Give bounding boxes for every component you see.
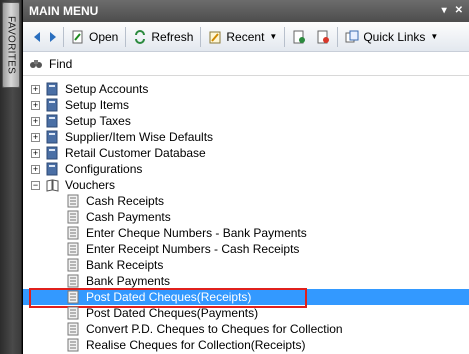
pin-icon[interactable]: ▾ [442, 4, 447, 18]
tree-node-setup-accounts[interactable]: + Setup Accounts [23, 81, 469, 97]
favorites-tab[interactable]: FAVORITES [2, 2, 20, 88]
tree-node-label: Setup Items [65, 98, 130, 112]
quick-links-button[interactable]: Quick Links ▼ [340, 25, 443, 49]
toolbar-separator [284, 26, 286, 47]
form-icon [67, 274, 79, 288]
tree-node-label: Setup Accounts [65, 82, 149, 96]
menu-tree: + Setup Accounts + Setup Items + Setup T… [23, 76, 469, 353]
quick-links-icon [345, 30, 359, 42]
tree-leaf-label: Bank Receipts [86, 258, 164, 272]
toolbar-separator [200, 26, 202, 47]
chevron-down-icon: ▼ [430, 32, 439, 41]
tree-leaf-label: Bank Payments [86, 274, 171, 288]
form-icon [67, 306, 79, 320]
tree-leaf-post-dated-cheques-payments[interactable]: Post Dated Cheques(Payments) [23, 305, 469, 321]
toolbar-separator [337, 26, 339, 47]
tree-leaf-label: Realise Cheques for Collection(Receipts) [86, 338, 306, 352]
refresh-button[interactable]: Refresh [128, 25, 198, 49]
add-favorite-button[interactable] [287, 25, 311, 49]
open-icon [72, 30, 83, 43]
open-button-label: Open [89, 29, 119, 44]
book-icon [46, 114, 58, 128]
book-icon [46, 98, 58, 112]
form-icon [67, 242, 79, 256]
tree-leaf-bank-receipts[interactable]: Bank Receipts [23, 257, 469, 273]
tree-leaf-label: Enter Receipt Numbers - Cash Receipts [86, 242, 300, 256]
toolbar-separator [63, 26, 64, 47]
toolbar-separator [125, 26, 127, 47]
tree-node-setup-taxes[interactable]: + Setup Taxes [23, 113, 469, 129]
tree-leaf-label: Post Dated Cheques(Payments) [86, 306, 259, 320]
expand-icon[interactable]: + [31, 100, 40, 110]
tree-node-label: Vouchers [65, 178, 116, 192]
book-icon [46, 162, 58, 176]
form-icon [67, 322, 79, 336]
binoculars-icon [30, 59, 42, 68]
tree-leaf-convert-pd-cheques[interactable]: Convert P.D. Cheques to Cheques for Coll… [23, 321, 469, 337]
add-favorite-icon [293, 30, 306, 43]
tree-node-label: Configurations [65, 162, 143, 176]
refresh-icon [135, 29, 146, 44]
tree-leaf-label: Enter Cheque Numbers - Bank Payments [86, 226, 307, 240]
back-arrow-icon[interactable] [29, 29, 45, 45]
open-book-icon [46, 179, 59, 192]
form-icon [67, 290, 79, 304]
tree-leaf-cash-receipts[interactable]: Cash Receipts [23, 193, 469, 209]
form-icon [67, 338, 79, 352]
tree-leaf-post-dated-cheques-receipts[interactable]: Post Dated Cheques(Receipts) [23, 288, 469, 308]
expand-icon[interactable]: + [31, 84, 40, 94]
panel-titlebar: MAIN MENU ▾ ✕ [23, 0, 469, 22]
book-icon [46, 130, 58, 144]
tree-leaf-label: Post Dated Cheques(Receipts) [86, 290, 252, 304]
tree-node-retail-customer-database[interactable]: + Retail Customer Database [23, 145, 469, 161]
form-icon [67, 226, 79, 240]
tree-node-label: Setup Taxes [65, 114, 131, 128]
open-button[interactable]: Open [66, 25, 123, 49]
find-label: Find [49, 56, 73, 71]
find-bar[interactable]: Find [23, 52, 469, 76]
tree-node-vouchers[interactable]: − Vouchers [23, 177, 469, 193]
refresh-button-label: Refresh [151, 29, 194, 44]
tree-leaf-label: Cash Receipts [86, 194, 165, 208]
expand-icon[interactable]: + [31, 132, 40, 142]
remove-favorite-button[interactable] [311, 25, 335, 49]
close-icon[interactable]: ✕ [455, 4, 463, 18]
tree-node-supplier-item-defaults[interactable]: + Supplier/Item Wise Defaults [23, 129, 469, 145]
main-menu-panel: MAIN MENU ▾ ✕ Open Refresh Recent ▼ Quic… [22, 0, 469, 354]
tree-leaf-cash-payments[interactable]: Cash Payments [23, 209, 469, 225]
tree-node-configurations[interactable]: + Configurations [23, 161, 469, 177]
favorites-tab-label: FAVORITES [5, 15, 17, 75]
form-icon [67, 258, 79, 272]
expand-icon[interactable]: + [31, 116, 40, 126]
form-icon [67, 194, 79, 208]
tree-node-setup-items[interactable]: + Setup Items [23, 97, 469, 113]
tree-node-label: Retail Customer Database [65, 146, 206, 160]
chevron-down-icon: ▼ [269, 32, 278, 41]
tree-leaf-label: Convert P.D. Cheques to Cheques for Coll… [86, 322, 343, 336]
book-icon [46, 146, 58, 160]
book-icon [46, 82, 58, 96]
collapse-icon[interactable]: − [31, 180, 40, 190]
panel-title: MAIN MENU [29, 4, 99, 18]
recent-button-label: Recent [226, 29, 265, 44]
toolbar: Open Refresh Recent ▼ Quick Links ▼ [23, 22, 469, 52]
recent-icon [209, 31, 221, 43]
expand-icon[interactable]: + [31, 148, 40, 158]
tree-node-label: Supplier/Item Wise Defaults [65, 130, 214, 144]
expand-icon[interactable]: + [31, 164, 40, 174]
remove-favorite-icon [317, 30, 330, 43]
tree-leaf-enter-receipt-numbers[interactable]: Enter Receipt Numbers - Cash Receipts [23, 241, 469, 257]
tree-leaf-enter-cheque-numbers[interactable]: Enter Cheque Numbers - Bank Payments [23, 225, 469, 241]
tree-leaf-realise-cheques[interactable]: Realise Cheques for Collection(Receipts) [23, 337, 469, 353]
forward-arrow-icon[interactable] [45, 29, 61, 45]
tree-leaf-label: Cash Payments [86, 210, 171, 224]
form-icon [67, 210, 79, 224]
quick-links-button-label: Quick Links [363, 29, 426, 44]
recent-button[interactable]: Recent ▼ [203, 25, 282, 49]
favorites-rail: FAVORITES [0, 0, 22, 354]
tree-leaf-bank-payments[interactable]: Bank Payments [23, 273, 469, 289]
title-controls: ▾ ✕ [442, 4, 463, 18]
